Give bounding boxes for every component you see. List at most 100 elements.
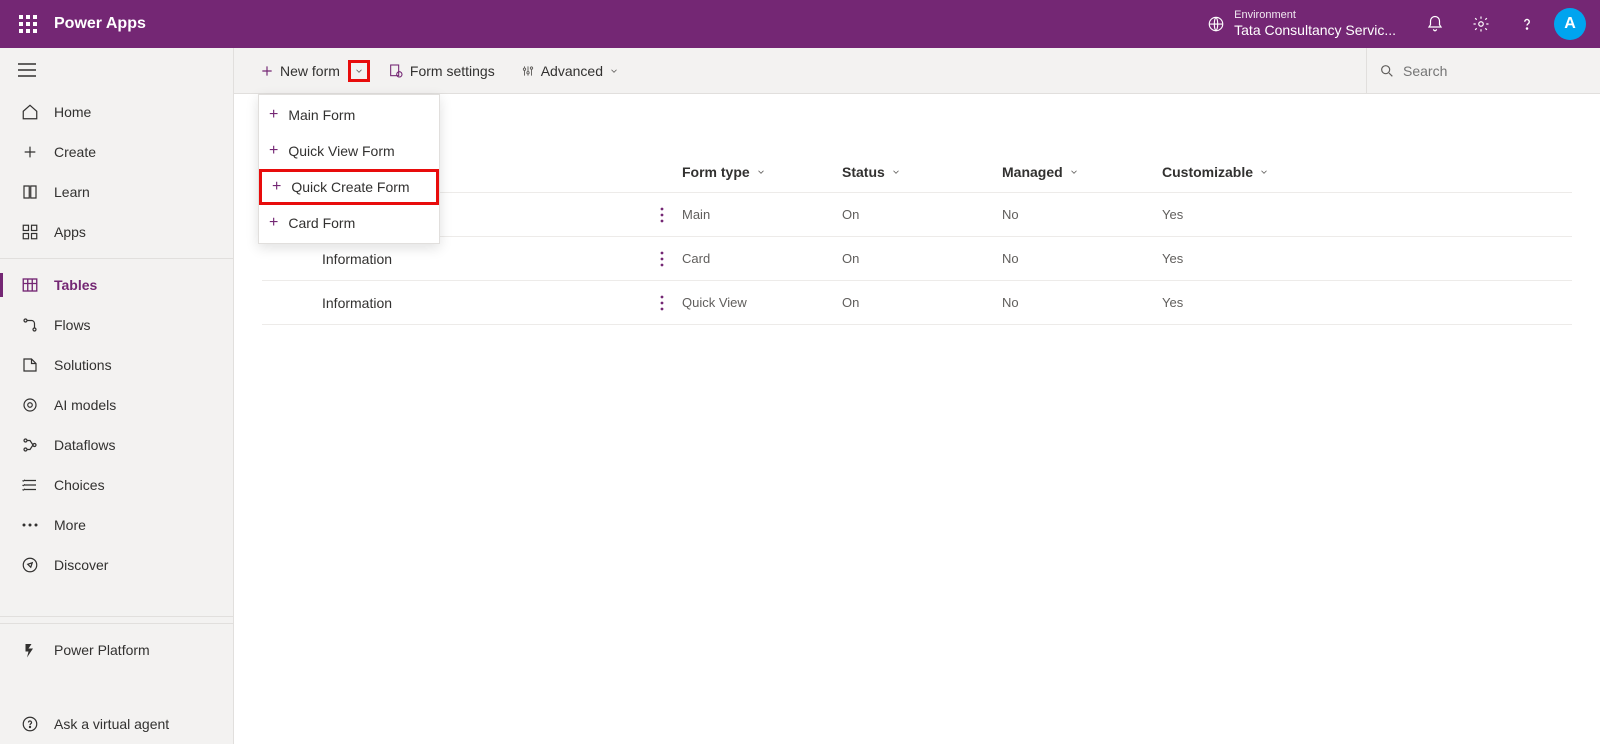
search-region[interactable] [1366, 48, 1582, 94]
nav-solutions[interactable]: Solutions [0, 345, 233, 385]
nav-home[interactable]: Home [0, 92, 233, 132]
search-input[interactable] [1403, 63, 1553, 79]
more-vertical-icon [660, 207, 664, 223]
nav-label: Ask a virtual agent [54, 716, 169, 732]
left-nav: Home Create Learn Apps Tables [0, 48, 234, 744]
hamburger-icon [18, 63, 36, 77]
nav-label: Apps [54, 224, 86, 240]
form-settings-icon [388, 63, 404, 79]
waffle-menu[interactable] [8, 0, 48, 48]
help-icon [1518, 15, 1536, 33]
cell-name: Information [322, 251, 642, 267]
chevron-down-icon [354, 66, 364, 76]
environment-picker[interactable]: Environment Tata Consultancy Servic... [1206, 9, 1396, 39]
power-platform-icon [18, 641, 42, 659]
advanced-icon [521, 63, 535, 79]
dropdown-label: Main Form [288, 107, 355, 123]
chat-help-icon [18, 715, 42, 733]
nav-power-platform[interactable]: Power Platform [0, 630, 233, 670]
advanced-label: Advanced [541, 63, 603, 79]
nav-more[interactable]: More [0, 505, 233, 545]
cell-customizable: Yes [1162, 251, 1342, 266]
settings-button[interactable] [1458, 0, 1504, 48]
environment-label: Environment [1234, 9, 1396, 22]
dropdown-label: Quick View Form [288, 143, 394, 159]
form-settings-button[interactable]: Form settings [380, 55, 503, 87]
nav-ask-agent[interactable]: Ask a virtual agent [0, 704, 233, 744]
new-form-dropdown-toggle[interactable] [348, 60, 370, 82]
nav-apps[interactable]: Apps [0, 212, 233, 252]
dropdown-label: Card Form [288, 215, 355, 231]
nav-tables[interactable]: Tables [0, 265, 233, 305]
help-button[interactable] [1504, 0, 1550, 48]
row-more-button[interactable] [642, 295, 682, 311]
globe-icon [1206, 14, 1226, 34]
row-more-button[interactable] [642, 251, 682, 267]
row-more-button[interactable] [642, 207, 682, 223]
book-icon [18, 183, 42, 201]
app-header: Power Apps Environment Tata Consultancy … [0, 0, 1600, 48]
col-form-type[interactable]: Form type [682, 164, 842, 180]
dropdown-quick-create-form[interactable]: + Quick Create Form [259, 169, 439, 205]
chevron-down-icon [1069, 167, 1079, 177]
nav-toggle[interactable] [0, 48, 233, 92]
nav-label: Home [54, 104, 91, 120]
col-status[interactable]: Status [842, 164, 1002, 180]
more-icon [18, 522, 42, 528]
nav-choices[interactable]: Choices [0, 465, 233, 505]
advanced-button[interactable]: Advanced [513, 55, 627, 87]
col-managed[interactable]: Managed [1002, 164, 1162, 180]
nav-dataflows[interactable]: Dataflows [0, 425, 233, 465]
dropdown-card-form[interactable]: + Card Form [259, 205, 439, 241]
new-form-label: New form [280, 63, 340, 79]
dropdown-label: Quick Create Form [291, 179, 409, 195]
nav-label: More [54, 517, 86, 533]
col-customizable[interactable]: Customizable [1162, 164, 1342, 180]
cell-form-type: Quick View [682, 295, 842, 310]
form-settings-label: Form settings [410, 63, 495, 79]
table-row[interactable]: Information Quick View On No Yes [262, 281, 1572, 325]
new-form-button[interactable]: New form [252, 55, 348, 87]
more-vertical-icon [660, 295, 664, 311]
cell-form-type: Card [682, 251, 842, 266]
new-form-dropdown: + Main Form + Quick View Form + Quick Cr… [258, 94, 440, 244]
cell-managed: No [1002, 207, 1162, 222]
cell-form-type: Main [682, 207, 842, 222]
table-row[interactable]: Information Card On No Yes [262, 237, 1572, 281]
cell-customizable: Yes [1162, 295, 1342, 310]
dropdown-quick-view-form[interactable]: + Quick View Form [259, 133, 439, 169]
cell-status: On [842, 251, 1002, 266]
nav-aimodels[interactable]: AI models [0, 385, 233, 425]
plus-icon [260, 64, 274, 78]
chevron-down-icon [891, 167, 901, 177]
nav-flows[interactable]: Flows [0, 305, 233, 345]
nav-label: Discover [54, 557, 108, 573]
nav-separator [0, 258, 233, 259]
nav-label: Solutions [54, 357, 112, 373]
plus-icon: + [269, 106, 278, 124]
nav-learn[interactable]: Learn [0, 172, 233, 212]
bell-icon [1426, 15, 1444, 33]
ai-icon [18, 396, 42, 414]
app-title[interactable]: Power Apps [54, 15, 146, 33]
chevron-down-icon [756, 167, 766, 177]
user-avatar[interactable]: A [1554, 8, 1586, 40]
notifications-button[interactable] [1412, 0, 1458, 48]
table-row[interactable]: Information Main On No Yes [262, 193, 1572, 237]
table-header-row: Name Form type Status Managed Custo [262, 151, 1572, 193]
more-vertical-icon [660, 251, 664, 267]
table-icon [18, 276, 42, 294]
nav-label: AI models [54, 397, 116, 413]
compass-icon [18, 556, 42, 574]
cell-customizable: Yes [1162, 207, 1342, 222]
nav-create[interactable]: Create [0, 132, 233, 172]
nav-label: Learn [54, 184, 90, 200]
plus-icon: + [272, 178, 281, 196]
home-icon [18, 103, 42, 121]
chevron-down-icon [1259, 167, 1269, 177]
environment-name: Tata Consultancy Servic... [1234, 22, 1396, 39]
dropdown-main-form[interactable]: + Main Form [259, 97, 439, 133]
nav-discover[interactable]: Discover [0, 545, 233, 585]
plus-icon [18, 144, 42, 160]
nav-label: Flows [54, 317, 91, 333]
